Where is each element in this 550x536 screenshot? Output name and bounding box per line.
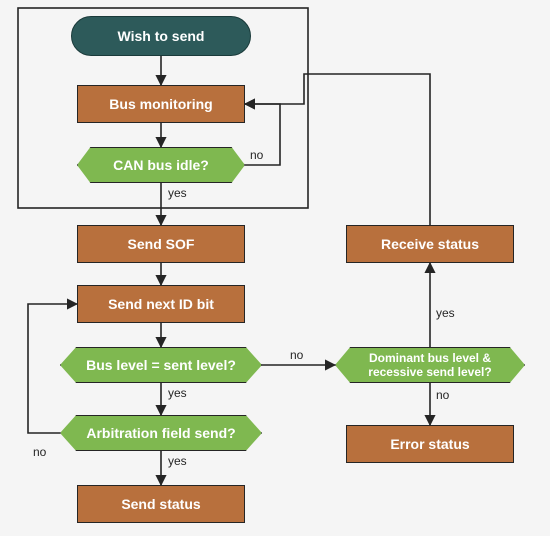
- label-arb-no: no: [33, 445, 46, 459]
- label-level-no: no: [290, 348, 303, 362]
- node-error-status: Error status: [346, 425, 514, 463]
- node-dominant-recessive: Dominant bus level & recessive send leve…: [335, 347, 525, 383]
- node-wish-to-send: Wish to send: [71, 16, 251, 56]
- flowchart-canvas: Wish to send Bus monitoring CAN bus idle…: [0, 0, 550, 536]
- label-idle-yes: yes: [168, 186, 187, 200]
- node-send-status: Send status: [77, 485, 245, 523]
- label-level-yes: yes: [168, 386, 187, 400]
- node-bus-monitoring: Bus monitoring: [77, 85, 245, 123]
- node-send-sof: Send SOF: [77, 225, 245, 263]
- label-domrec-yes: yes: [436, 306, 455, 320]
- node-can-bus-idle: CAN bus idle?: [77, 147, 245, 183]
- label-arb-yes: yes: [168, 454, 187, 468]
- label-idle-no: no: [250, 148, 263, 162]
- node-send-next-id-bit: Send next ID bit: [77, 285, 245, 323]
- node-bus-level-eq-sent: Bus level = sent level?: [60, 347, 262, 383]
- label-domrec-no: no: [436, 388, 449, 402]
- node-receive-status: Receive status: [346, 225, 514, 263]
- node-arbitration-field-send: Arbitration field send?: [60, 415, 262, 451]
